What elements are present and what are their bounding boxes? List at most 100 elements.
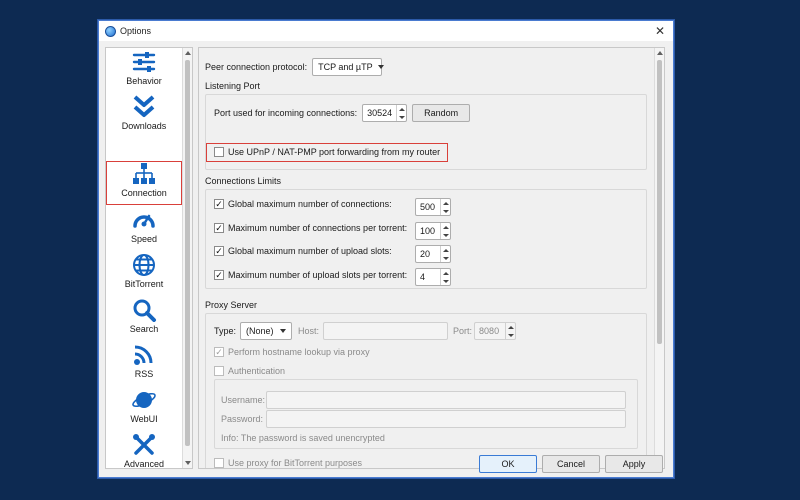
sidebar-item-label: BitTorrent: [124, 279, 164, 289]
protocol-select[interactable]: TCP and µTP: [312, 58, 384, 76]
spin-up-icon[interactable]: [398, 107, 405, 111]
proxy-host-label: Host:: [298, 326, 320, 336]
scroll-up-arrow-icon[interactable]: [185, 51, 191, 55]
spin-down-icon[interactable]: [507, 333, 514, 337]
sidebar-item-search[interactable]: Search: [106, 298, 182, 342]
sidebar-item-webui[interactable]: WebUI: [106, 388, 182, 432]
hostname-lookup-label: Perform hostname lookup via proxy: [228, 347, 370, 357]
upnp-highlight-box: [206, 143, 448, 162]
dialog-footer: OK Cancel Apply: [99, 453, 673, 477]
username-label: Username:: [221, 395, 266, 405]
sidebar-item-bittorrent[interactable]: BitTorrent: [106, 253, 182, 297]
proxy-type-value: (None): [246, 326, 274, 336]
ok-button[interactable]: OK: [479, 455, 537, 473]
spin-up-icon[interactable]: [442, 271, 449, 275]
sidebar-item-label: Search: [129, 324, 159, 334]
authentication-checkbox[interactable]: [214, 366, 224, 376]
sidebar-item-label: Connection: [121, 188, 167, 198]
rss-icon: [134, 345, 153, 365]
limit-spinbox[interactable]: 500: [415, 198, 451, 216]
limit-checkbox[interactable]: ✓: [214, 246, 224, 256]
options-dialog: Options ✕ Behavior Downloads Connection: [98, 20, 674, 478]
sidebar-scrollbar[interactable]: [182, 48, 192, 468]
authentication-row: Authentication: [214, 366, 285, 376]
limit-value: 500: [420, 202, 436, 212]
spin-buttons[interactable]: [440, 223, 450, 239]
sidebar-item-label: RSS: [134, 369, 154, 379]
port-label: Port used for incoming connections:: [214, 108, 358, 118]
spin-buttons[interactable]: [440, 246, 450, 262]
limit-checkbox[interactable]: ✓: [214, 223, 224, 233]
options-sidebar: Behavior Downloads Connection Speed BitT…: [105, 47, 193, 469]
limit-checkbox[interactable]: ✓: [214, 199, 224, 209]
port-row: Port used for incoming connections: 3052…: [214, 104, 471, 122]
close-icon[interactable]: ✕: [655, 24, 665, 38]
cancel-button[interactable]: Cancel: [542, 455, 600, 473]
proxy-port-spinbox[interactable]: 8080: [474, 322, 517, 340]
spin-buttons[interactable]: [505, 323, 515, 339]
authentication-label: Authentication: [228, 366, 286, 376]
limit-label: Global maximum number of upload slots:: [228, 246, 392, 256]
limit-spinbox[interactable]: 100: [415, 222, 451, 240]
protocol-row: Peer connection protocol: TCP and µTP: [205, 58, 384, 76]
search-icon: [133, 299, 156, 322]
spin-down-icon[interactable]: [442, 209, 449, 213]
sidebar-item-behavior[interactable]: Behavior: [106, 50, 182, 94]
limit-value: 4: [420, 272, 426, 282]
spin-up-icon[interactable]: [442, 201, 449, 205]
spin-buttons[interactable]: [440, 199, 450, 215]
port-spinbox[interactable]: 30524: [362, 104, 408, 122]
spin-up-icon[interactable]: [507, 325, 514, 329]
listening-port-title: Listening Port: [205, 81, 261, 91]
username-input[interactable]: [266, 391, 626, 409]
spin-down-icon[interactable]: [398, 115, 405, 119]
spin-down-icon[interactable]: [442, 256, 449, 260]
proxy-port-value: 8080: [479, 326, 500, 336]
protocol-label: Peer connection protocol:: [205, 62, 308, 72]
port-value: 30524: [367, 108, 393, 118]
globe-icon: [133, 254, 155, 276]
limit-checkbox[interactable]: ✓: [214, 270, 224, 280]
sidebar-item-label: WebUI: [130, 414, 158, 424]
proxy-server-title: Proxy Server: [205, 300, 258, 310]
spin-up-icon[interactable]: [442, 248, 449, 252]
scroll-up-arrow-icon[interactable]: [657, 51, 663, 55]
password-info-text: Info: The password is saved unencrypted: [221, 433, 385, 443]
gauge-icon: [133, 214, 155, 228]
proxy-type-label: Type:: [214, 326, 237, 336]
sidebar-item-label: Downloads: [121, 121, 167, 131]
sidebar-item-speed[interactable]: Speed: [106, 208, 182, 252]
apply-button[interactable]: Apply: [605, 455, 663, 473]
limit-value: 20: [420, 249, 431, 259]
sidebar-item-rss[interactable]: RSS: [106, 343, 182, 387]
limit-label: Maximum number of upload slots per torre…: [228, 270, 408, 280]
spin-up-icon[interactable]: [442, 225, 449, 229]
spin-buttons[interactable]: [440, 269, 450, 285]
hostname-lookup-checkbox[interactable]: ✓: [214, 347, 224, 357]
spin-buttons[interactable]: [396, 105, 406, 121]
spin-down-icon[interactable]: [442, 279, 449, 283]
sidebar-item-connection[interactable]: Connection: [106, 161, 182, 205]
protocol-value: TCP and µTP: [318, 62, 373, 72]
scroll-thumb[interactable]: [657, 60, 662, 344]
username-row: Username:: [221, 391, 626, 409]
limit-label: Maximum number of connections per torren…: [228, 223, 408, 233]
sidebar-item-downloads[interactable]: Downloads: [106, 95, 182, 139]
connections-limits-title: Connections Limits: [205, 176, 282, 186]
proxy-type-select[interactable]: (None): [240, 322, 293, 340]
password-input[interactable]: [266, 410, 626, 428]
chevron-down-icon: [377, 65, 384, 69]
proxy-host-input[interactable]: [323, 322, 449, 340]
limit-spinbox[interactable]: 20: [415, 245, 451, 263]
sliders-icon: [132, 52, 156, 72]
scroll-thumb[interactable]: [185, 60, 190, 446]
network-icon: [133, 163, 155, 184]
limit-label: Global maximum number of connections:: [228, 199, 392, 209]
content-scrollbar[interactable]: [654, 48, 664, 468]
limit-spinbox[interactable]: 4: [415, 268, 451, 286]
planet-icon: [132, 392, 156, 408]
random-port-button[interactable]: Random: [412, 104, 471, 122]
spin-down-icon[interactable]: [442, 233, 449, 237]
sidebar-item-label: Behavior: [126, 76, 162, 86]
double-chevron-down-icon: [133, 95, 155, 117]
